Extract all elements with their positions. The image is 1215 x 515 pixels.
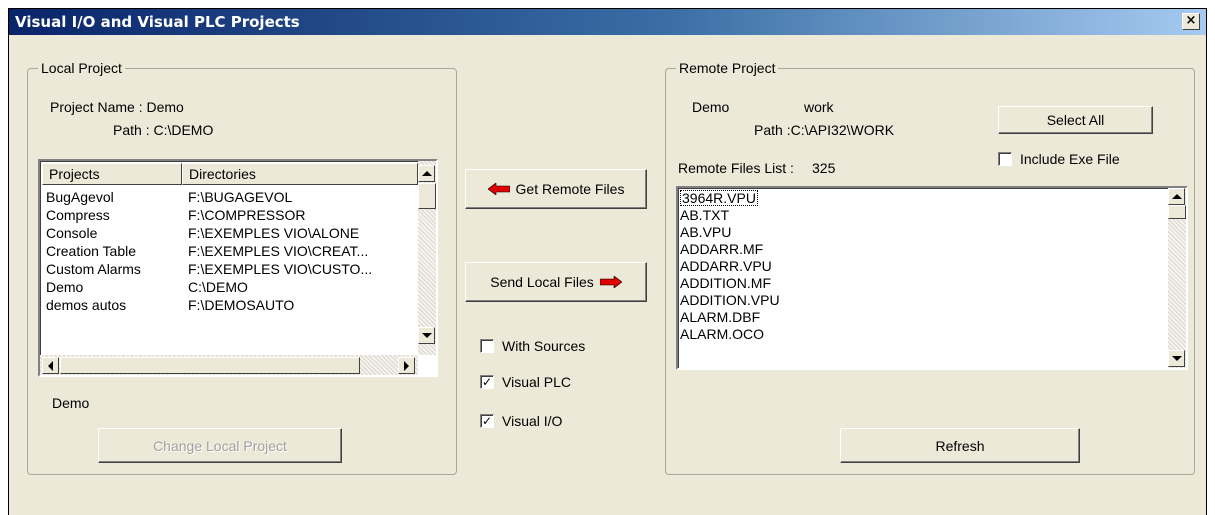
close-button[interactable]: × — [1182, 13, 1200, 30]
table-row[interactable]: BugAgevol — [46, 189, 114, 207]
arrow-up-icon — [421, 171, 432, 176]
window-title: Visual I/O and Visual PLC Projects — [15, 13, 300, 31]
arrow-right-icon — [404, 360, 409, 371]
table-row-dir[interactable]: F:\DEMOSAUTO — [188, 297, 294, 315]
table-row-dir[interactable]: F:\EXEMPLES VIO\CREAT... — [188, 243, 368, 261]
list-item[interactable]: ADDARR.MF — [680, 241, 763, 257]
visual-plc-checkbox[interactable]: ✓ Visual PLC — [480, 374, 571, 390]
table-row-dir[interactable]: F:\COMPRESSOR — [188, 207, 305, 225]
list-item[interactable]: ADDITION.MF — [680, 275, 771, 291]
list-item[interactable]: ADDARR.VPU — [680, 258, 772, 274]
select-all-button[interactable]: Select All — [998, 106, 1153, 134]
local-hscroll-right-button[interactable] — [398, 357, 415, 374]
dialog-window: Visual I/O and Visual PLC Projects × Loc… — [8, 8, 1207, 515]
visual-io-check[interactable]: ✓ — [480, 414, 494, 428]
visual-io-checkbox[interactable]: ✓ Visual I/O — [480, 413, 562, 429]
local-hscroll-thumb[interactable] — [60, 357, 360, 374]
list-item[interactable]: AB.TXT — [680, 207, 729, 223]
remote-project-dir: work — [804, 99, 834, 115]
list-item[interactable]: ALARM.OCO — [680, 326, 764, 342]
remote-vscroll-thumb[interactable] — [1168, 205, 1186, 219]
refresh-button[interactable]: Refresh — [840, 428, 1080, 463]
remote-project-name: Demo — [692, 99, 730, 115]
arrow-left-icon — [487, 183, 510, 195]
table-row[interactable]: Custom Alarms — [46, 261, 141, 279]
table-row-dir[interactable]: F:\BUGAGEVOL — [188, 189, 292, 207]
selected-local-project: Demo — [52, 395, 90, 411]
arrow-down-icon — [1171, 356, 1182, 361]
local-hscroll-left-button[interactable] — [42, 357, 59, 374]
list-item[interactable]: ALARM.DBF — [680, 309, 760, 325]
remote-project-path: Path :C:\API32\WORK — [754, 122, 895, 138]
with-sources-check[interactable] — [480, 339, 494, 353]
table-row[interactable]: Demo — [46, 279, 83, 297]
include-exe-checkbox[interactable]: Include Exe File — [998, 151, 1120, 167]
remote-vscroll-up-button[interactable] — [1168, 188, 1185, 205]
local-vscroll-up-button[interactable] — [418, 165, 435, 182]
table-row-dir[interactable]: C:\DEMO — [188, 279, 248, 297]
local-vscroll-thumb[interactable] — [418, 183, 436, 209]
arrow-down-icon — [421, 333, 432, 338]
table-row[interactable]: demos autos — [46, 297, 126, 315]
table-row-dir[interactable]: F:\EXEMPLES VIO\CUSTO... — [188, 261, 372, 279]
arrow-right-icon — [599, 276, 622, 288]
table-row[interactable]: Compress — [46, 207, 110, 225]
remote-project-group: Remote Project Demo work Path :C:\API32\… — [665, 60, 1195, 475]
send-local-files-button[interactable]: Send Local Files — [465, 262, 647, 302]
change-local-project-button[interactable]: Change Local Project — [98, 428, 342, 463]
remote-files-list-label: Remote Files List : — [678, 160, 794, 176]
table-row-dir[interactable]: F:\EXEMPLES VIO\ALONE — [188, 225, 359, 243]
list-item[interactable]: 3964R.VPU — [680, 190, 758, 206]
local-projects-listview[interactable]: Projects Directories BugAgevol F:\BUGAGE… — [38, 159, 438, 377]
column-header-directories[interactable]: Directories — [182, 163, 418, 185]
get-remote-files-button[interactable]: Get Remote Files — [465, 169, 647, 209]
include-exe-check[interactable] — [998, 152, 1012, 166]
column-header-projects[interactable]: Projects — [42, 163, 182, 185]
table-row[interactable]: Console — [46, 225, 97, 243]
list-item[interactable]: AB.VPU — [680, 224, 731, 240]
with-sources-checkbox[interactable]: With Sources — [480, 338, 585, 354]
list-item[interactable]: ADDITION.VPU — [680, 292, 780, 308]
remote-files-count: 325 — [812, 160, 836, 176]
remote-vscroll-down-button[interactable] — [1168, 350, 1185, 367]
title-bar[interactable]: Visual I/O and Visual PLC Projects × — [9, 9, 1206, 35]
local-project-group: Local Project Project Name : Demo Path :… — [27, 60, 457, 475]
visual-plc-check[interactable]: ✓ — [480, 375, 494, 389]
remote-files-listbox[interactable]: 3964R.VPU AB.TXT AB.VPU ADDARR.MF ADDARR… — [676, 186, 1188, 370]
local-project-name: Project Name : Demo — [50, 99, 184, 115]
table-row[interactable]: Creation Table — [46, 243, 136, 261]
arrow-up-icon — [1171, 194, 1182, 199]
local-project-legend: Local Project — [38, 60, 125, 76]
local-vscroll-down-button[interactable] — [418, 327, 435, 344]
local-project-path: Path : C:\DEMO — [113, 122, 214, 138]
arrow-left-icon — [48, 360, 53, 371]
remote-project-legend: Remote Project — [676, 60, 779, 76]
